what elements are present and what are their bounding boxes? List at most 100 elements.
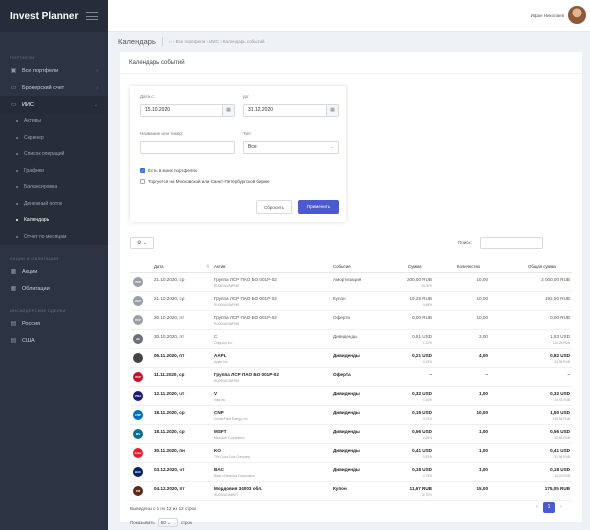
- cell-sum-pct: 1,12%: [422, 341, 432, 345]
- submenu-item[interactable]: Скринер: [0, 129, 108, 146]
- cell-asset-sub: Visa Inc.: [214, 398, 227, 402]
- cell-asset[interactable]: CNP: [214, 410, 224, 415]
- table-row[interactable]: CNP 18.11.2020, ср CNP CenterPoint Energy, …: [130, 407, 572, 425]
- cell-event: Дивиденды: [333, 391, 360, 396]
- cell-total: 2 000,00 RUB: [541, 277, 570, 282]
- cell-qty: 15,00: [476, 486, 489, 491]
- next-page-button[interactable]: ›: [555, 502, 567, 513]
- company-logo: VISA: [133, 391, 143, 401]
- prev-page-button[interactable]: ‹: [531, 502, 543, 513]
- cell-asset[interactable]: Мордовия 34003 обл.: [214, 486, 262, 491]
- company-logo: citi: [133, 334, 143, 344]
- col-event[interactable]: Событие: [333, 264, 351, 269]
- sidebar-item-broker[interactable]: ▭ Брокерский счет ›: [0, 79, 108, 96]
- briefcase-icon: ▣: [10, 67, 17, 74]
- calendar-icon[interactable]: ▦: [222, 105, 234, 116]
- submenu-item[interactable]: Денежный поток: [0, 195, 108, 212]
- company-logo: Coke: [133, 448, 143, 458]
- submenu-item[interactable]: Графики: [0, 162, 108, 179]
- table-row[interactable]: BAC 03.12.2020, чт BAC Bank of America Corp…: [130, 464, 572, 482]
- table-row[interactable]: Coke 30.11.2020, пн KO The Coca-Cola Compan…: [130, 445, 572, 463]
- date-from-field[interactable]: 15.10.2020 ▦: [140, 104, 235, 117]
- table-row[interactable]: РМ 04.12.2020, пт Мордовия 34003 обл. RU000…: [130, 483, 572, 501]
- chevron-right-icon: ›: [96, 84, 98, 91]
- cell-total-rub: 116,94 RUB: [552, 417, 570, 421]
- type-select[interactable]: Все ⌄: [243, 141, 339, 154]
- cell-asset[interactable]: V: [214, 391, 217, 396]
- table-row[interactable]: VISA 12.11.2020, чт V Visa Inc. Дивиденды 0,3…: [130, 388, 572, 406]
- cell-date: 04.12.2020, пт: [154, 486, 185, 491]
- cell-asset-sub: CenterPoint Energy, Inc.: [214, 417, 249, 421]
- sidebar-item-iis[interactable]: ▭ ИИС ⌄: [0, 96, 108, 113]
- cell-sum: 0,21 USD: [412, 353, 432, 358]
- table-row[interactable]: citi 30.10.2020, пт C Citigroup Inc. Дивиден…: [130, 331, 572, 349]
- table-row[interactable]: MS 18.11.2020, ср MSFT Microsoft Corporatio…: [130, 426, 572, 444]
- check-icon: ✓: [140, 168, 145, 173]
- sidebar-item-bonds[interactable]: ▦ Облигации: [0, 280, 108, 297]
- ticker-input[interactable]: [140, 141, 235, 154]
- cell-asset[interactable]: KO: [214, 448, 221, 453]
- cell-total: 0,82 USD: [550, 353, 570, 358]
- sort-icon[interactable]: ⇅: [206, 264, 210, 270]
- apply-button[interactable]: Применить: [298, 200, 339, 214]
- cell-asset[interactable]: MSFT: [214, 429, 227, 434]
- company-logo: РМ: [133, 486, 143, 496]
- col-sum[interactable]: Сумма: [408, 264, 422, 269]
- pagination: ‹ 1 ›: [531, 502, 567, 513]
- submenu-item[interactable]: Отчет по месяцам: [0, 228, 108, 245]
- table-row[interactable]: ЛСР 30.10.2020, пт Группа ЛСР ПАО БО 001Р-…: [130, 312, 572, 330]
- cell-sum-pct: 0,16%: [422, 398, 432, 402]
- cell-asset[interactable]: BAC: [214, 467, 224, 472]
- cell-asset[interactable]: Группа ЛСР ПАО БО 001Р-02: [214, 372, 279, 377]
- sidebar-item-russia[interactable]: ▤ Россия: [0, 315, 108, 332]
- cell-asset[interactable]: C: [214, 334, 217, 339]
- col-date[interactable]: Дата: [154, 264, 164, 269]
- col-total[interactable]: Общая сумма: [528, 264, 556, 269]
- cell-asset[interactable]: Группа ЛСР ПАО БО 001Р-02: [214, 277, 277, 282]
- cell-sum: 0,41 USD: [412, 448, 432, 453]
- type-label: Тип:: [243, 131, 252, 136]
- avatar[interactable]: [568, 6, 586, 24]
- calendar-icon[interactable]: ▦: [326, 105, 338, 116]
- search-input[interactable]: [480, 237, 543, 249]
- table-row[interactable]: ЛСР 11.11.2020, ср Группа ЛСР ПАО БО 001Р-…: [130, 369, 572, 387]
- user-menu[interactable]: Ифан Николаев: [531, 6, 586, 24]
- table-row[interactable]: ЛСР 21.10.2020, ср Группа ЛСР ПАО БО 001Р-…: [130, 293, 572, 311]
- cell-total: –: [567, 372, 570, 377]
- table-row[interactable]: ЛСР 21.10.2020, ср Группа ЛСР ПАО БО 001Р-…: [130, 274, 572, 292]
- submenu-item[interactable]: Активы: [0, 113, 108, 130]
- cell-date: 21.10.2020, ср: [154, 296, 185, 301]
- cell-asset[interactable]: AAPL: [214, 353, 227, 358]
- sidebar-item-stocks[interactable]: ▦ Акции: [0, 263, 108, 280]
- col-qty[interactable]: Количество: [457, 264, 480, 269]
- cell-asset-sub: RU000A0JWPM8: [214, 322, 239, 326]
- cell-qty: 1,00: [479, 391, 488, 396]
- page-button[interactable]: 1: [543, 502, 555, 513]
- table-row[interactable]: 06.11.2020, пт AAPL Apple Inc. Дивиденды 0,2…: [130, 350, 572, 368]
- page-size-select[interactable]: 50 ⌄: [157, 518, 178, 527]
- company-logo: ЛСР: [133, 277, 143, 287]
- wallet-icon: ▭: [10, 84, 17, 91]
- cell-event: Оферта: [333, 315, 350, 320]
- breadcrumb: Календарь ⌂ › Все портфели › ИИС › Кален…: [108, 32, 590, 50]
- cell-asset[interactable]: Группа ЛСР ПАО БО 001Р-02: [214, 296, 277, 301]
- settings-dropdown-button[interactable]: ⚙ ⌄: [130, 237, 154, 249]
- date-to-field[interactable]: 31.12.2020 ▦: [243, 104, 339, 117]
- submenu-item[interactable]: Балансировка: [0, 179, 108, 196]
- sidebar-item-all-portfolios[interactable]: ▣ Все портфели ›: [0, 62, 108, 79]
- checkbox-in-portfolios[interactable]: ✓ Есть в моих портфелях: [140, 168, 197, 173]
- checkbox-moex-spb[interactable]: Торгуется на Московской или Санкт-Петерб…: [140, 179, 269, 184]
- breadcrumb-trail[interactable]: ⌂ › Все портфели › ИИС › Календарь событ…: [169, 39, 265, 44]
- menu-toggle-icon[interactable]: [86, 12, 98, 20]
- cell-sum: 0,18 USD: [412, 467, 432, 472]
- sidebar-item-usa[interactable]: ▤ США: [0, 332, 108, 349]
- submenu-item[interactable]: Календарь: [0, 212, 108, 229]
- cell-sum: 19,25 RUB: [409, 296, 432, 301]
- company-logo: ЛСР: [133, 296, 143, 306]
- cell-sum: 0,51 USD: [412, 334, 432, 339]
- reset-button[interactable]: Сбросить: [256, 200, 292, 214]
- col-asset[interactable]: Актив: [214, 264, 225, 269]
- submenu-item[interactable]: Список операций: [0, 146, 108, 163]
- cell-asset[interactable]: Группа ЛСР ПАО БО 001Р-02: [214, 315, 277, 320]
- grid-icon: ▦: [10, 268, 17, 275]
